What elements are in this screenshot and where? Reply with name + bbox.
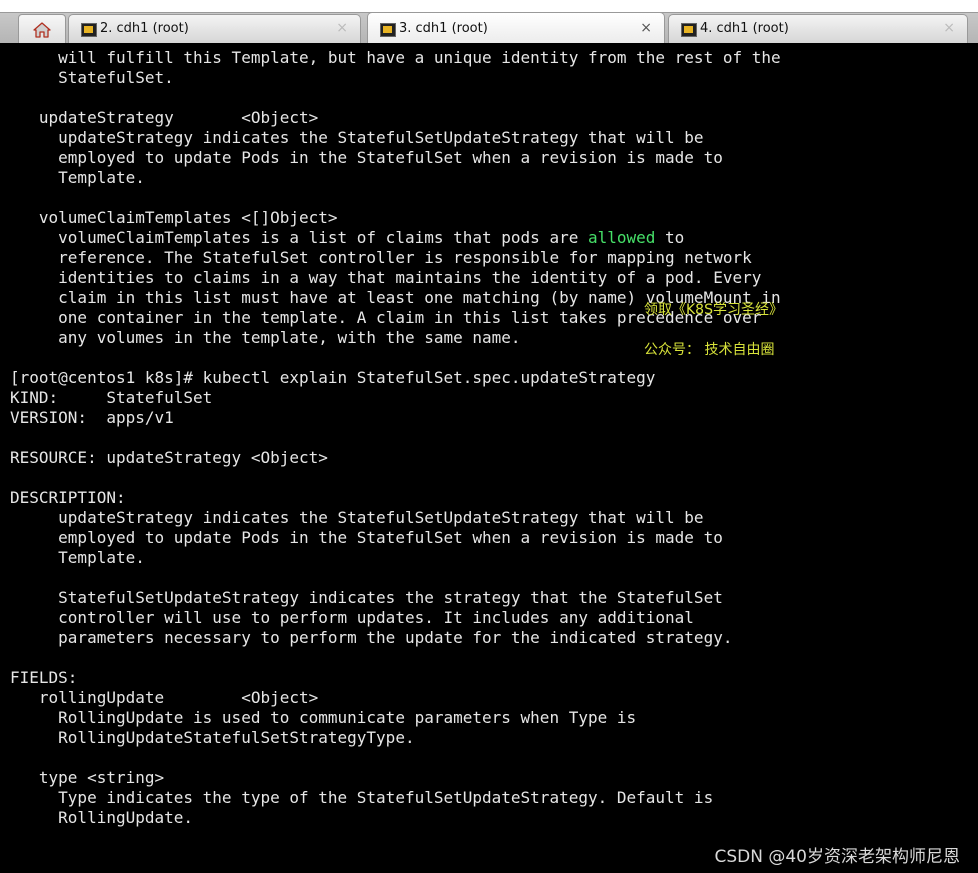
- tab-label: 3. cdh1 (root): [399, 21, 488, 36]
- terminal-line: Type indicates the type of the StatefulS…: [10, 788, 714, 807]
- terminal-line: type <string>: [10, 768, 165, 787]
- terminal-line: RollingUpdate.: [10, 808, 194, 827]
- terminal-line: employed to update Pods in the StatefulS…: [10, 528, 723, 547]
- terminal-line: RESOURCE: updateStrategy <Object>: [10, 448, 328, 467]
- home-tab[interactable]: [18, 14, 66, 43]
- terminal-line: Template.: [10, 548, 145, 567]
- terminal-output[interactable]: will fulfill this Template, but have a u…: [0, 43, 978, 873]
- putty-icon: [380, 23, 396, 37]
- terminal-line: FIELDS:: [10, 668, 78, 687]
- terminal-line: identities to claims in a way that maint…: [10, 268, 762, 287]
- home-icon: [33, 21, 51, 38]
- terminal-line: volumeClaimTemplates <[]Object>: [10, 208, 338, 227]
- tab-label: 4. cdh1 (root): [700, 21, 789, 36]
- terminal-line: DESCRIPTION:: [10, 488, 126, 507]
- terminal-line: parameters necessary to perform the upda…: [10, 628, 733, 647]
- terminal-line: KIND: StatefulSet: [10, 388, 213, 407]
- terminal-line: [root@centos1 k8s]# kubectl explain Stat…: [10, 368, 656, 387]
- csdn-watermark: CSDN @40岁资深老架构师尼恩: [714, 847, 960, 867]
- tab-bar: 2. cdh1 (root) × 3. cdh1 (root) × 4. cdh…: [0, 0, 978, 43]
- tab-cdh1-4[interactable]: 4. cdh1 (root) ×: [668, 14, 968, 43]
- close-icon[interactable]: ×: [336, 20, 348, 36]
- terminal-line: reference. The StatefulSet controller is…: [10, 248, 752, 267]
- tab-label: 2. cdh1 (root): [100, 21, 189, 36]
- watermark-line-2: 公众号： 技术自由圈: [644, 342, 775, 358]
- terminal-line: will fulfill this Template, but have a u…: [10, 48, 781, 67]
- terminal-line: updateStrategy <Object>: [10, 108, 319, 127]
- terminal-line: RollingUpdateStatefulSetStrategyType.: [10, 728, 415, 747]
- terminal-line: Template.: [10, 168, 145, 187]
- terminal-line: updateStrategy indicates the StatefulSet…: [10, 128, 704, 147]
- putty-icon: [81, 23, 97, 37]
- close-icon[interactable]: ×: [640, 20, 652, 36]
- terminal-line: RollingUpdate is used to communicate par…: [10, 708, 637, 727]
- terminal-line: any volumes in the template, with the sa…: [10, 328, 521, 347]
- terminal-line: employed to update Pods in the StatefulS…: [10, 148, 723, 167]
- terminal-line: controller will use to perform updates. …: [10, 608, 694, 627]
- terminal-line: rollingUpdate <Object>: [10, 688, 319, 707]
- terminal-line: VERSION: apps/v1: [10, 408, 174, 427]
- terminal-line: updateStrategy indicates the StatefulSet…: [10, 508, 704, 527]
- close-icon[interactable]: ×: [943, 20, 955, 36]
- terminal-line: volumeClaimTemplates is a list of claims…: [10, 228, 685, 247]
- terminal-line: StatefulSet.: [10, 68, 174, 87]
- highlighted-word: allowed: [587, 228, 656, 247]
- terminal-line: StatefulSetUpdateStrategy indicates the …: [10, 588, 723, 607]
- putty-icon: [681, 23, 697, 37]
- tab-cdh1-2[interactable]: 2. cdh1 (root) ×: [68, 14, 361, 43]
- tab-cdh1-3[interactable]: 3. cdh1 (root) ×: [367, 12, 665, 43]
- watermark-line-1: 领取《K8S学习圣经》: [644, 302, 783, 318]
